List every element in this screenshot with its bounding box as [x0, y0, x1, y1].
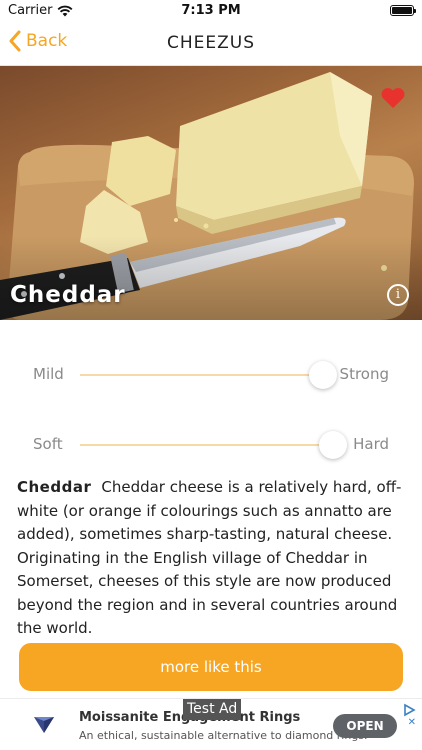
battery-icon	[390, 5, 416, 16]
description-cheese-name: Cheddar	[17, 478, 92, 496]
diamond-icon	[34, 717, 54, 733]
strong-label: Strong	[339, 365, 389, 383]
ad-open-button[interactable]: OPEN	[333, 714, 397, 738]
soft-label: Soft	[33, 435, 63, 453]
more-like-this-button[interactable]: more like this	[19, 643, 403, 691]
texture-slider-row: Soft Hard	[0, 430, 422, 460]
mild-label: Mild	[33, 365, 64, 383]
description-text: Cheddar cheese is a relatively hard, off…	[17, 478, 402, 637]
info-icon[interactable]: i	[387, 284, 409, 306]
ad-banner[interactable]: Moissanite Engagement Rings An ethical, …	[0, 698, 422, 750]
nav-bar: Back CHEEZUS	[0, 22, 422, 66]
strength-slider-row: Mild Strong	[0, 360, 422, 390]
status-time: 7:13 PM	[181, 3, 241, 18]
cheese-name-title: Cheddar	[10, 282, 126, 308]
cheese-description: Cheddar Cheddar cheese is a relatively ha…	[17, 476, 407, 641]
strength-slider-thumb[interactable]	[308, 361, 337, 389]
adchoices-icon[interactable]	[402, 703, 416, 717]
texture-slider-track[interactable]	[80, 444, 333, 446]
status-bar: Carrier 7:13 PM	[0, 0, 422, 22]
heart-icon[interactable]	[380, 86, 406, 110]
hard-label: Hard	[353, 435, 389, 453]
ad-body: An ethical, sustainable alternative to d…	[79, 729, 368, 742]
strength-slider-track[interactable]	[80, 374, 333, 376]
page-title: CHEEZUS	[166, 33, 255, 53]
ad-close-icon[interactable]: ✕	[408, 717, 416, 728]
test-ad-label: Test Ad	[183, 699, 242, 720]
cheese-hero-image: Cheddar i	[0, 66, 422, 320]
texture-slider-thumb[interactable]	[319, 431, 347, 459]
